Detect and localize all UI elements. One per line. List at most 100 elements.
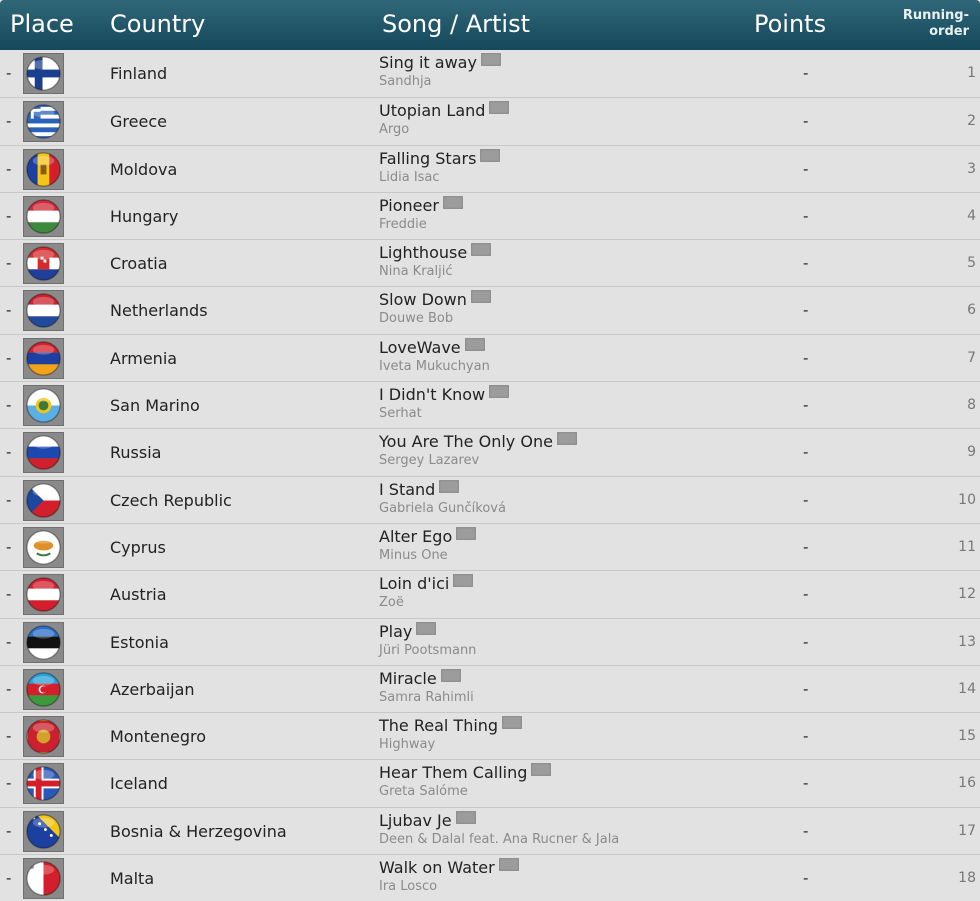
- video-icon[interactable]: [498, 858, 519, 872]
- video-icon[interactable]: [471, 243, 492, 257]
- country-name: Iceland: [110, 774, 168, 794]
- video-icon[interactable]: [480, 148, 501, 162]
- header-country[interactable]: Country: [110, 10, 205, 38]
- points-value: -: [803, 301, 809, 320]
- place-value: -: [6, 443, 12, 462]
- song-title[interactable]: Lighthouse: [379, 243, 467, 262]
- video-icon[interactable]: [442, 195, 463, 209]
- video-icon[interactable]: [416, 621, 437, 635]
- video-icon[interactable]: [456, 526, 477, 540]
- estonia-flag-icon: [23, 621, 64, 663]
- video-icon[interactable]: [440, 668, 461, 682]
- song-title[interactable]: Play: [379, 622, 412, 641]
- croatia-flag-icon: [23, 243, 64, 285]
- song-title[interactable]: I Stand: [379, 480, 435, 499]
- video-icon[interactable]: [453, 574, 474, 588]
- running-order-value: 14: [958, 680, 976, 697]
- video-icon[interactable]: [556, 432, 577, 446]
- artist-name: Gabriela Gunčíková: [379, 500, 506, 516]
- table-row: - Estonia Play Jüri Pootsmann - 13: [0, 617, 980, 665]
- song-artist: Slow Down Douwe Bob: [379, 290, 491, 327]
- song-title[interactable]: Slow Down: [379, 290, 467, 309]
- video-icon[interactable]: [480, 53, 501, 66]
- points-value: -: [803, 64, 809, 82]
- place-value: -: [6, 821, 12, 840]
- song-title[interactable]: Utopian Land: [379, 101, 485, 120]
- song-title[interactable]: Ljubav Je: [379, 811, 452, 830]
- running-order-value: 4: [967, 207, 976, 224]
- place-value: -: [6, 112, 12, 131]
- place-value: -: [6, 774, 12, 793]
- song-title[interactable]: Miracle: [379, 669, 437, 688]
- montenegro-flag-icon: [23, 716, 64, 758]
- country-name: Azerbaijan: [110, 679, 195, 699]
- video-icon[interactable]: [531, 763, 552, 777]
- song-artist: I Didn't Know Serhat: [379, 385, 510, 422]
- table-row: - Hungary Pioneer Freddie - 4: [0, 191, 980, 240]
- table-row: - Finland Sing it away Sandhja - 1: [0, 50, 980, 98]
- points-value: -: [803, 396, 809, 415]
- running-order-value: 11: [958, 538, 976, 555]
- song-title[interactable]: Sing it away: [379, 53, 477, 72]
- place-value: -: [6, 537, 12, 556]
- video-icon[interactable]: [464, 337, 485, 351]
- place-value: -: [6, 679, 12, 698]
- song-artist: Lighthouse Nina Kraljić: [379, 243, 492, 280]
- header-song-artist[interactable]: Song / Artist: [382, 10, 530, 38]
- video-icon[interactable]: [502, 716, 523, 730]
- running-order-value: 7: [967, 349, 976, 366]
- table-row: - Iceland Hear Them Calling Greta Salóme - 16: [0, 759, 980, 807]
- song-title[interactable]: I Didn't Know: [379, 385, 485, 404]
- running-order-value: 8: [967, 397, 976, 414]
- table-row: - San Marino I Didn't Know Serhat - 8: [0, 381, 980, 429]
- song-title[interactable]: Walk on Water: [379, 858, 495, 877]
- finland-flag-icon: [23, 53, 64, 94]
- country-name: Hungary: [110, 206, 179, 226]
- song-title[interactable]: Loin d'ici: [379, 574, 449, 593]
- table-row: - Russia You Are The Only One Sergey Lazare…: [0, 428, 980, 476]
- table-row: - Armenia LoveWave Iveta Mukuchyan - 7: [0, 333, 980, 382]
- video-icon[interactable]: [455, 810, 476, 824]
- country-name: Russia: [110, 443, 162, 463]
- song-artist: LoveWave Iveta Mukuchyan: [379, 337, 490, 375]
- header-points[interactable]: Points: [754, 10, 826, 38]
- place-value: -: [6, 254, 12, 273]
- song-artist: Miracle Samra Rahimli: [379, 668, 474, 706]
- song-title[interactable]: Hear Them Calling: [379, 763, 527, 782]
- table-row: - Netherlands Slow Down Douwe Bob - 6: [0, 286, 980, 334]
- video-icon[interactable]: [489, 101, 510, 115]
- song-title[interactable]: Falling Stars: [379, 149, 476, 168]
- song-title[interactable]: The Real Thing: [379, 716, 498, 735]
- header-running-order-line1: Running-: [902, 8, 969, 23]
- artist-name: Lidia Isac: [379, 169, 440, 185]
- hungary-flag-icon: [23, 195, 64, 237]
- header-running-order[interactable]: Running- order: [903, 8, 969, 40]
- country-name: Cyprus: [110, 537, 166, 557]
- points-value: -: [803, 159, 809, 178]
- song-artist: Hear Them Calling Greta Salóme: [379, 763, 552, 800]
- song-title[interactable]: LoveWave: [379, 338, 461, 357]
- country-name: Bosnia & Herzegovina: [110, 821, 287, 841]
- running-order-value: 5: [967, 255, 976, 272]
- table-row: - Malta Walk on Water Ira Losco - 18: [0, 854, 980, 901]
- country-name: Czech Republic: [110, 490, 232, 510]
- running-order-value: 6: [967, 302, 976, 319]
- country-name: Austria: [110, 585, 167, 605]
- points-value: -: [803, 206, 809, 225]
- video-icon[interactable]: [489, 385, 510, 399]
- table-header: Place Country Song / Artist Points Runni…: [0, 0, 980, 50]
- song-title[interactable]: Alter Ego: [379, 527, 452, 546]
- table-row: - Bosnia & Herzegovina Ljubav Je Deen & Dal…: [0, 806, 980, 855]
- austria-flag-icon: [23, 574, 64, 616]
- song-artist: Falling Stars Lidia Isac: [379, 148, 501, 186]
- header-place[interactable]: Place: [10, 10, 74, 38]
- song-artist: Play Jüri Pootsmann: [379, 621, 476, 659]
- song-artist: The Real Thing Highway: [379, 716, 523, 753]
- song-title[interactable]: Pioneer: [379, 196, 439, 215]
- song-artist: Ljubav Je Deen & Dalal feat. Ana Rucner &…: [379, 810, 619, 848]
- song-title[interactable]: You Are The Only One: [379, 432, 553, 451]
- country-name: Malta: [110, 869, 155, 889]
- video-icon[interactable]: [439, 479, 460, 493]
- header-running-order-line2: order: [929, 24, 969, 39]
- video-icon[interactable]: [470, 290, 491, 304]
